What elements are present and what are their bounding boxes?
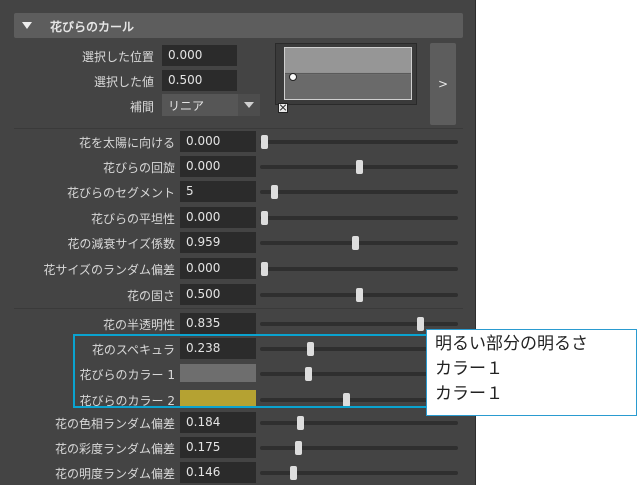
slider-track[interactable]	[260, 185, 458, 199]
callout-line-3: カラー１	[435, 384, 503, 404]
callout-line-1: 明るい部分の明るさ	[435, 334, 588, 354]
attribute-label: 花の彩度ランダム偏差	[54, 442, 175, 456]
callout-box: 明るい部分の明るさ カラー１ カラー１	[426, 329, 637, 416]
slider-handle[interactable]	[261, 211, 268, 225]
collapse-triangle-icon[interactable]	[22, 22, 32, 29]
selected-value-label: 選択した値	[93, 75, 154, 89]
highlight-box	[73, 334, 431, 408]
attribute-label: 花の色相ランダム偏差	[54, 417, 175, 431]
slider-handle[interactable]	[261, 262, 268, 276]
attribute-value-field[interactable]: 0.835	[180, 313, 256, 334]
ramp-graph[interactable]	[284, 47, 412, 100]
selected-value-field[interactable]: 0.500	[162, 70, 237, 91]
slider-track[interactable]	[260, 160, 458, 174]
interpolation-dropdown[interactable]: リニア	[162, 94, 260, 116]
slider-handle[interactable]	[289, 466, 297, 480]
selected-position-label: 選択した位置	[81, 50, 154, 64]
selected-position-field[interactable]: 0.000	[162, 45, 237, 66]
attribute-label: 花の固さ	[126, 289, 175, 303]
slider-track[interactable]	[260, 211, 458, 225]
divider	[14, 308, 463, 309]
attribute-value-field[interactable]: 0.000	[180, 207, 256, 228]
slider-track[interactable]	[260, 236, 458, 250]
attribute-label: 花サイズのランダム偏差	[43, 263, 175, 277]
ramp-knot[interactable]	[289, 73, 297, 81]
attribute-editor-panel: 花びらのカール 選択した位置 0.000 選択した値 0.500 補間 リニア …	[0, 0, 476, 485]
attribute-label: 花びらの平坦性	[90, 212, 175, 226]
attribute-value-field[interactable]: 0.184	[180, 412, 256, 433]
slider-track[interactable]	[260, 288, 458, 302]
slider-handle[interactable]	[297, 416, 305, 430]
slider-track[interactable]	[260, 135, 458, 149]
interpolation-label: 補間	[129, 100, 154, 114]
attribute-value-field[interactable]: 0.959	[180, 232, 256, 253]
slider-handle[interactable]	[352, 236, 360, 250]
expand-ramp-button[interactable]: >	[430, 43, 456, 125]
attribute-label: 花の明度ランダム偏差	[54, 467, 175, 481]
slider-handle[interactable]	[356, 288, 363, 302]
attribute-label: 花びらの回旋	[102, 161, 175, 175]
interpolation-value: リニア	[168, 99, 205, 113]
ramp-frame	[275, 43, 417, 105]
chevron-down-icon	[244, 102, 254, 108]
section-header-petal-curl[interactable]: 花びらのカール	[14, 13, 463, 38]
attribute-value-field[interactable]: 0.146	[180, 462, 256, 483]
attribute-label: 花の半透明性	[102, 318, 175, 332]
slider-track[interactable]	[260, 317, 458, 331]
attribute-label: 花の減衰サイズ係数	[67, 237, 175, 251]
attribute-value-field[interactable]: 5	[180, 181, 256, 202]
ramp-curve-line	[285, 73, 411, 74]
slider-handle[interactable]	[261, 135, 268, 149]
slider-track[interactable]	[260, 416, 458, 430]
attribute-label: 花を太陽に向ける	[78, 136, 175, 150]
dropdown-button[interactable]	[238, 94, 260, 116]
attribute-value-field[interactable]: 0.000	[180, 131, 256, 152]
divider	[14, 128, 463, 129]
callout-line-2: カラー１	[435, 359, 503, 379]
slider-handle[interactable]	[295, 441, 303, 455]
attribute-value-field[interactable]: 0.175	[180, 437, 256, 458]
slider-handle[interactable]	[356, 160, 363, 174]
slider-handle[interactable]	[270, 185, 278, 199]
delete-knot-icon[interactable]	[278, 103, 288, 113]
slider-handle[interactable]	[416, 317, 424, 331]
attribute-value-field[interactable]: 0.000	[180, 156, 256, 177]
attribute-value-field[interactable]: 0.500	[180, 284, 256, 305]
slider-track[interactable]	[260, 466, 458, 480]
slider-track[interactable]	[260, 262, 458, 276]
slider-track[interactable]	[260, 441, 458, 455]
section-title: 花びらのカール	[50, 20, 135, 34]
attribute-label: 花びらのセグメント	[66, 186, 175, 200]
attribute-value-field[interactable]: 0.000	[180, 258, 256, 279]
